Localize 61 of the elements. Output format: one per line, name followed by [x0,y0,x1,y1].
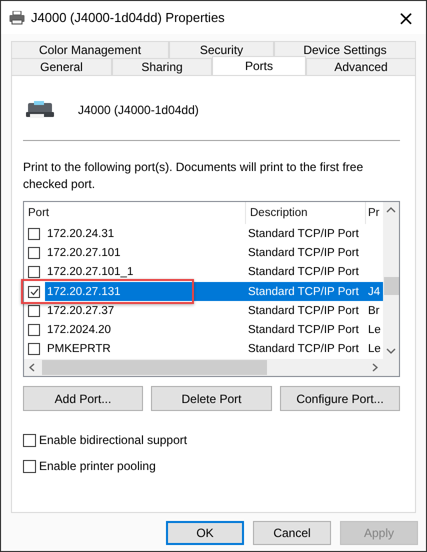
close-button[interactable]: × [386,1,426,34]
instructions-text: Print to the following port(s). Documents will print to the first free checked port. [23,159,364,193]
checkbox[interactable] [28,304,40,317]
column-header[interactable]: Pr [366,202,383,224]
table-cell-text: Le [367,343,382,356]
description-cell-text: Standard TCP/IP Port [247,286,360,298]
scrollbar-thumb[interactable] [384,277,398,295]
column-header[interactable]: Description [246,202,366,224]
list-row[interactable]: 172.20.27.131 Standard TCP/IP Port J4 [45,282,383,302]
description-cell-text: Standard TCP/IP Port [247,228,360,240]
checkbox[interactable] [28,246,40,259]
port-button[interactable]: Configure Port... [280,386,400,411]
list-row[interactable]: 172.20.27.37 Standard TCP/IP Port Br [45,301,383,320]
scrollbar-thumb[interactable] [42,360,267,376]
port-button[interactable]: Delete Port [151,386,272,411]
checkbox[interactable] [28,266,40,278]
checkbox[interactable] [28,228,40,240]
description-cell-text: Standard TCP/IP Port [247,324,360,336]
port-button[interactable]: Add Port... [23,386,143,411]
table-cell-text: Le [367,324,382,336]
description-cell-text: Standard TCP/IP Port [247,266,360,278]
port-cell-text: 172.20.27.101 [46,246,122,259]
list-row[interactable]: 172.2024.20 Standard TCP/IP Port Le [45,320,383,340]
table-cell-text: J4 [367,286,382,298]
checkbox[interactable] [28,324,40,336]
checkbox[interactable] [23,434,36,446]
port-cell-text: PMKEPRTR [46,343,112,356]
port-cell-text: 172.20.27.131 [46,286,122,298]
port-cell-text: 172.20.24.31 [46,228,116,240]
tab[interactable]: Color Management [11,41,169,58]
port-cell-text: 172.20.27.37 [46,304,116,317]
printer-name: J4000 (J4000-1d04dd) [78,103,199,117]
table-cell-text: Br [367,304,380,317]
port-cell-text: 172.2024.20 [46,324,112,336]
port-cell-text: 172.20.27.101_1 [46,266,134,278]
checkbox[interactable] [28,286,40,298]
checkbox[interactable] [23,460,36,472]
list-row[interactable]: 172.20.27.101 Standard TCP/IP Port [45,243,383,263]
description-cell-text: Standard TCP/IP Port [247,246,360,259]
checkbox-label: Enable bidirectional support [39,433,188,447]
list-row[interactable]: 172.20.24.31 Standard TCP/IP Port [45,224,383,244]
list-row[interactable]: PMKEPRTR Standard TCP/IP Port Le [45,340,383,360]
dialog-button[interactable]: Cancel [253,521,331,545]
tab[interactable]: Advanced [306,58,416,75]
tab[interactable]: Ports [212,56,306,75]
tab[interactable]: Security [169,41,274,58]
list-row[interactable]: 172.20.27.101_1 Standard TCP/IP Port [45,262,383,282]
tab[interactable]: General [11,58,112,75]
vertical-scrollbar[interactable] [383,202,399,360]
checkbox-label: Enable printer pooling [39,459,156,473]
check-icon [30,288,38,296]
tab[interactable]: Sharing [112,58,212,75]
tab[interactable]: Device Settings [274,41,416,58]
column-header[interactable]: Port [24,202,246,224]
description-cell-text: Standard TCP/IP Port [247,304,360,317]
checkbox[interactable] [28,343,40,356]
printer-icon [26,101,54,119]
printer-icon [9,10,25,24]
description-cell-text: Standard TCP/IP Port [247,343,360,356]
dialog-button[interactable]: OK [166,521,244,545]
window-title: J4000 (J4000-1d04dd) Properties [31,10,226,25]
